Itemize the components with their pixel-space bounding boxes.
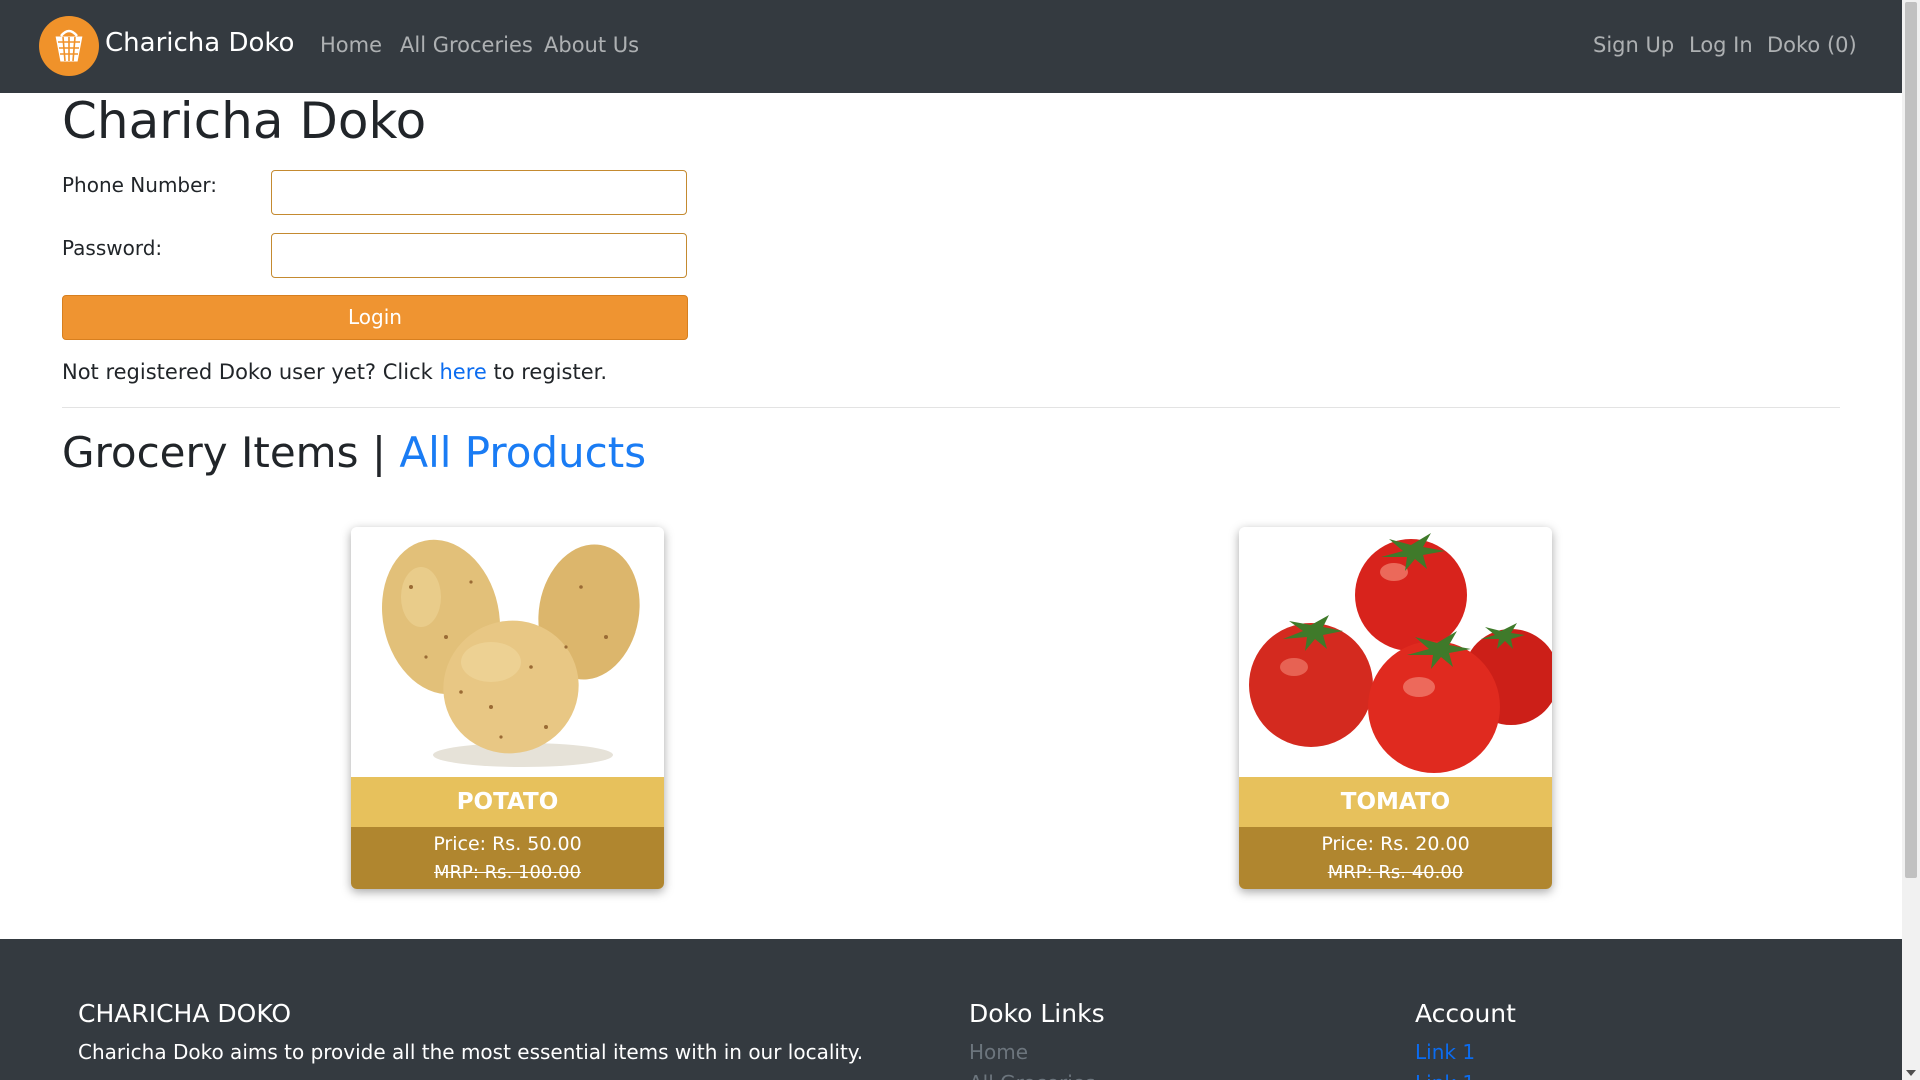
nav-doko-cart[interactable]: Doko (0)	[1767, 33, 1857, 57]
vertical-scrollbar[interactable]	[1902, 0, 1920, 1080]
navbar: Charicha Doko Home All Groceries About U…	[0, 0, 1902, 93]
nav-log-in[interactable]: Log In	[1689, 33, 1753, 57]
section-title: Grocery Items | All Products	[62, 428, 646, 477]
footer-link-home[interactable]: Home	[969, 1040, 1028, 1064]
product-name: TOMATO	[1239, 777, 1552, 827]
register-link[interactable]: here	[439, 360, 486, 384]
footer-brand-heading: CHARICHA DOKO	[78, 999, 292, 1028]
footer-link-all-groceries[interactable]: All Groceries	[969, 1071, 1095, 1080]
password-label: Password:	[62, 236, 163, 260]
page-title: Charicha Doko	[62, 92, 427, 150]
product-price: Price: Rs. 50.00	[433, 833, 582, 855]
product-name: POTATO	[351, 777, 664, 827]
nav-home[interactable]: Home	[320, 33, 382, 57]
product-card-tomato[interactable]: TOMATO Price: Rs. 20.00 MRP: Rs. 40.00	[1239, 527, 1552, 889]
footer-account-link-2[interactable]: Link 1	[1415, 1071, 1475, 1080]
footer: CHARICHA DOKO Charicha Doko aims to prov…	[0, 939, 1902, 1080]
divider	[62, 407, 1840, 408]
potato-image	[351, 527, 664, 777]
footer-account-link-1[interactable]: Link 1	[1415, 1040, 1475, 1064]
scrollbar-thumb[interactable]	[1905, 2, 1917, 878]
nav-all-groceries[interactable]: All Groceries	[400, 33, 533, 57]
password-input[interactable]	[271, 233, 687, 278]
product-price: Price: Rs. 20.00	[1321, 833, 1470, 855]
basket-logo-icon[interactable]	[39, 16, 99, 76]
register-prompt: Not registered Doko user yet? Click here…	[62, 360, 607, 384]
tomato-image	[1239, 527, 1552, 777]
brand-name[interactable]: Charicha Doko	[105, 28, 294, 58]
footer-about-text: Charicha Doko aims to provide all the mo…	[78, 1040, 864, 1064]
phone-number-input[interactable]	[271, 170, 687, 215]
nav-about-us[interactable]: About Us	[544, 33, 639, 57]
price-box: Price: Rs. 20.00 MRP: Rs. 40.00	[1239, 827, 1552, 889]
nav-sign-up[interactable]: Sign Up	[1593, 33, 1674, 57]
login-button[interactable]: Login	[62, 295, 688, 340]
phone-label: Phone Number:	[62, 173, 218, 197]
product-mrp: MRP: Rs. 100.00	[434, 862, 581, 883]
register-suffix: to register.	[493, 360, 608, 384]
footer-links-heading: Doko Links	[969, 999, 1105, 1028]
product-card-potato[interactable]: POTATO Price: Rs. 50.00 MRP: Rs. 100.00	[351, 527, 664, 889]
register-prefix: Not registered Doko user yet? Click	[62, 360, 433, 384]
price-box: Price: Rs. 50.00 MRP: Rs. 100.00	[351, 827, 664, 889]
scroll-down-arrow-icon[interactable]	[1906, 1070, 1916, 1076]
footer-account-heading: Account	[1415, 999, 1516, 1028]
grocery-items-heading: Grocery Items |	[62, 428, 386, 477]
all-products-link[interactable]: All Products	[399, 428, 646, 477]
product-mrp: MRP: Rs. 40.00	[1327, 862, 1464, 883]
